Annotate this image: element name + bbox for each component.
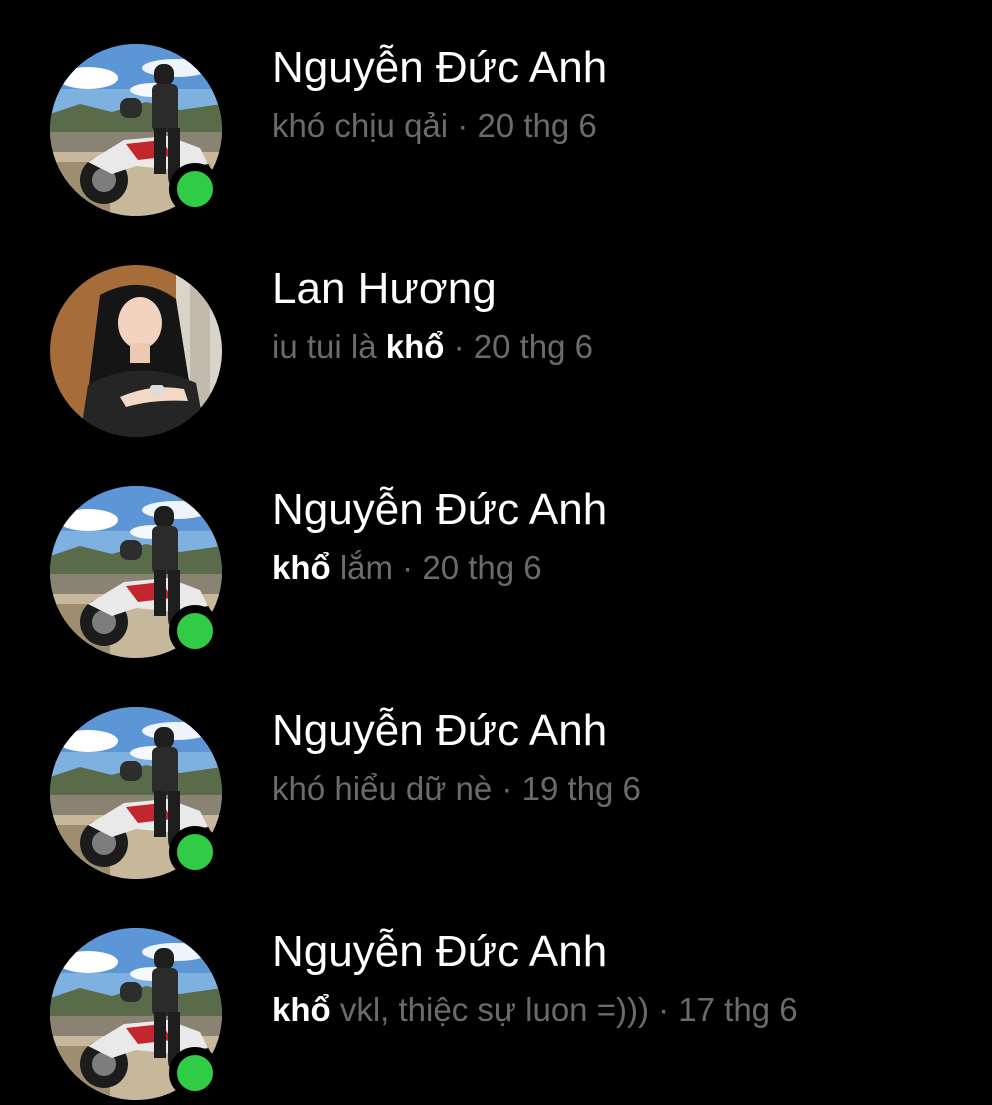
message-preview: khổ vkl, thiệc sự luon =))) · 17 thg 6 xyxy=(272,988,972,1032)
online-status-dot xyxy=(169,826,221,878)
preview-highlight: khổ xyxy=(272,991,331,1028)
contact-name: Nguyễn Đức Anh xyxy=(272,485,608,534)
preview-text: khó hiểu dữ nè xyxy=(272,770,493,807)
preview-text-after: vkl, thiệc sự luon =))) xyxy=(330,991,649,1028)
message-date: 17 thg 6 xyxy=(678,991,798,1028)
avatar[interactable] xyxy=(50,44,222,216)
online-status-dot xyxy=(169,1047,221,1099)
message-date: 19 thg 6 xyxy=(521,770,641,807)
message-preview: khó chịu qải · 20 thg 6 xyxy=(272,104,972,148)
conversation-text: Nguyễn Đức Anh khổ vkl, thiệc sự luon =)… xyxy=(272,924,972,1032)
message-preview: iu tui là khổ · 20 thg 6 xyxy=(272,325,972,369)
conversation-list: Nguyễn Đức Anh khó chịu qải · 20 thg 6 L… xyxy=(0,0,992,1092)
preview-text: khó chịu qải xyxy=(272,107,449,144)
preview-highlight: khổ xyxy=(385,328,445,365)
preview-text-after: lắm xyxy=(330,549,394,586)
separator-dot: · xyxy=(648,991,679,1028)
online-status-dot xyxy=(169,605,221,657)
separator-dot: · xyxy=(448,107,478,144)
contact-name: Nguyễn Đức Anh xyxy=(272,927,608,976)
conversation-row[interactable]: Lan Hương iu tui là khổ · 20 thg 6 xyxy=(0,221,992,442)
conversation-text: Nguyễn Đức Anh khó chịu qải · 20 thg 6 xyxy=(272,40,972,148)
contact-name: Nguyễn Đức Anh xyxy=(272,706,608,755)
message-date: 20 thg 6 xyxy=(422,549,542,586)
separator-dot: · xyxy=(492,770,522,807)
avatar[interactable] xyxy=(50,486,222,658)
preview-highlight: khổ xyxy=(272,549,331,586)
avatar-photo xyxy=(50,265,222,437)
contact-name: Nguyễn Đức Anh xyxy=(272,43,608,92)
avatar[interactable] xyxy=(50,928,222,1100)
preview-text: iu tui là xyxy=(272,328,386,365)
conversation-row[interactable]: Nguyễn Đức Anh khổ lắm · 20 thg 6 xyxy=(0,442,992,663)
conversation-row[interactable]: Nguyễn Đức Anh khó chịu qải · 20 thg 6 xyxy=(0,0,992,221)
avatar[interactable] xyxy=(50,265,222,437)
message-preview: khổ lắm · 20 thg 6 xyxy=(272,546,972,590)
message-preview: khó hiểu dữ nè · 19 thg 6 xyxy=(272,767,972,811)
conversation-text: Nguyễn Đức Anh khó hiểu dữ nè · 19 thg 6 xyxy=(272,703,972,811)
contact-name: Lan Hương xyxy=(272,264,497,313)
message-date: 20 thg 6 xyxy=(473,328,594,365)
separator-dot: · xyxy=(444,328,474,365)
conversation-row[interactable]: Nguyễn Đức Anh khổ vkl, thiệc sự luon =)… xyxy=(0,884,992,1105)
separator-dot: · xyxy=(393,549,423,586)
online-status-dot xyxy=(169,163,221,215)
conversation-row[interactable]: Nguyễn Đức Anh khó hiểu dữ nè · 19 thg 6 xyxy=(0,663,992,884)
avatar[interactable] xyxy=(50,707,222,879)
conversation-text: Nguyễn Đức Anh khổ lắm · 20 thg 6 xyxy=(272,482,972,590)
message-date: 20 thg 6 xyxy=(477,107,597,144)
conversation-text: Lan Hương iu tui là khổ · 20 thg 6 xyxy=(272,261,972,369)
